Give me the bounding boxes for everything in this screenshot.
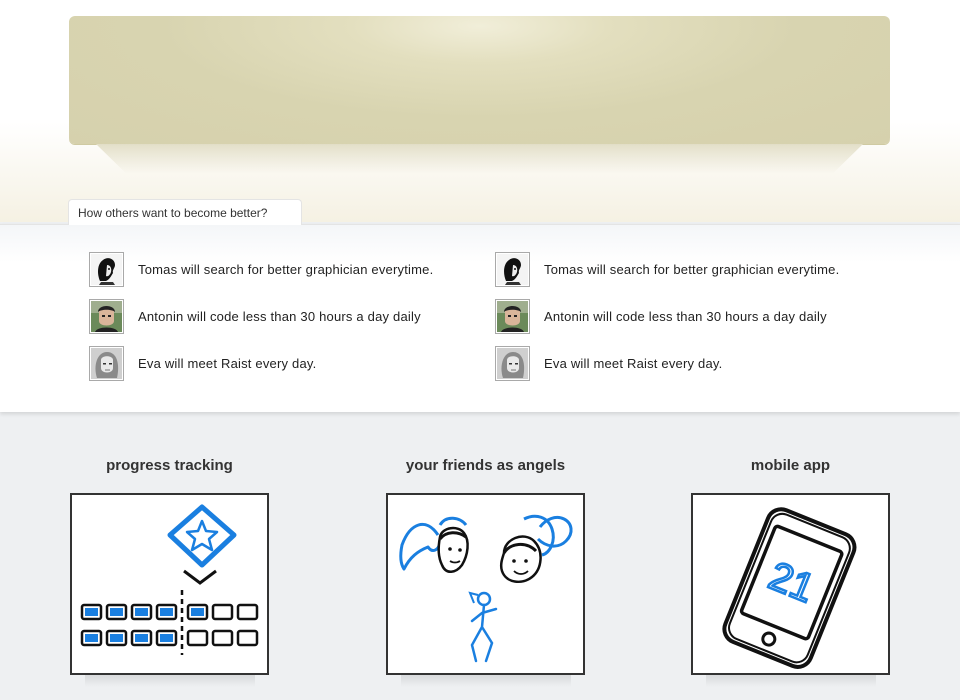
feature-title: progress tracking [106,457,233,474]
mobile-app-icon: 21 [722,507,857,669]
list-item[interactable]: Eva will meet Raist every day. [89,345,433,382]
others-tab[interactable]: How others want to become better? [68,199,302,225]
others-list-right: Tomas will search for better graphician … [495,251,839,392]
others-panel: Tomas will search for better graphician … [0,224,960,412]
tomas-avatar[interactable] [495,252,530,287]
tomas-avatar-icon [91,254,122,285]
entry-text: Antonin will code less than 30 hours a d… [544,309,827,324]
progress-tracking-icon [80,504,259,655]
entry-text: Tomas will search for better graphician … [138,262,434,277]
feature-progress-tracking[interactable]: progress tracking [70,452,269,687]
feature-box[interactable] [70,493,269,675]
eva-avatar[interactable] [89,346,124,381]
tomas-avatar-icon [497,254,528,285]
eva-avatar[interactable] [495,346,530,381]
list-item[interactable]: Antonin will code less than 30 hours a d… [495,298,839,335]
antonin-avatar[interactable] [89,299,124,334]
entry-text: Tomas will search for better graphician … [544,262,840,277]
list-item[interactable]: Antonin will code less than 30 hours a d… [89,298,433,335]
feature-mobile-app[interactable]: mobile app 21 [691,452,890,687]
feature-friends-as-angels[interactable]: your friends as angels [386,452,585,687]
banner [69,16,890,144]
tomas-avatar[interactable] [89,252,124,287]
entry-text: Antonin will code less than 30 hours a d… [138,309,421,324]
eva-avatar-icon [497,348,528,379]
header-area [0,0,960,222]
list-item[interactable]: Eva will meet Raist every day. [495,345,839,382]
banner-shadow [96,144,863,174]
antonin-avatar[interactable] [495,299,530,334]
entry-text: Eva will meet Raist every day. [138,356,317,371]
feature-title: your friends as angels [405,457,566,474]
list-item[interactable]: Tomas will search for better graphician … [495,251,839,288]
angel-friends-icon [399,514,573,663]
feature-box[interactable] [386,493,585,675]
feature-box[interactable]: 21 [691,493,890,675]
feature-shadow [84,675,255,687]
antonin-avatar-icon [91,301,122,332]
feature-shadow [705,675,876,687]
phone-number: 21 [763,554,821,611]
feature-title: mobile app [750,457,831,474]
others-list-left: Tomas will search for better graphician … [89,251,433,392]
list-item[interactable]: Tomas will search for better graphician … [89,251,433,288]
feature-shadow [400,675,571,687]
antonin-avatar-icon [497,301,528,332]
eva-avatar-icon [91,348,122,379]
entry-text: Eva will meet Raist every day. [544,356,723,371]
